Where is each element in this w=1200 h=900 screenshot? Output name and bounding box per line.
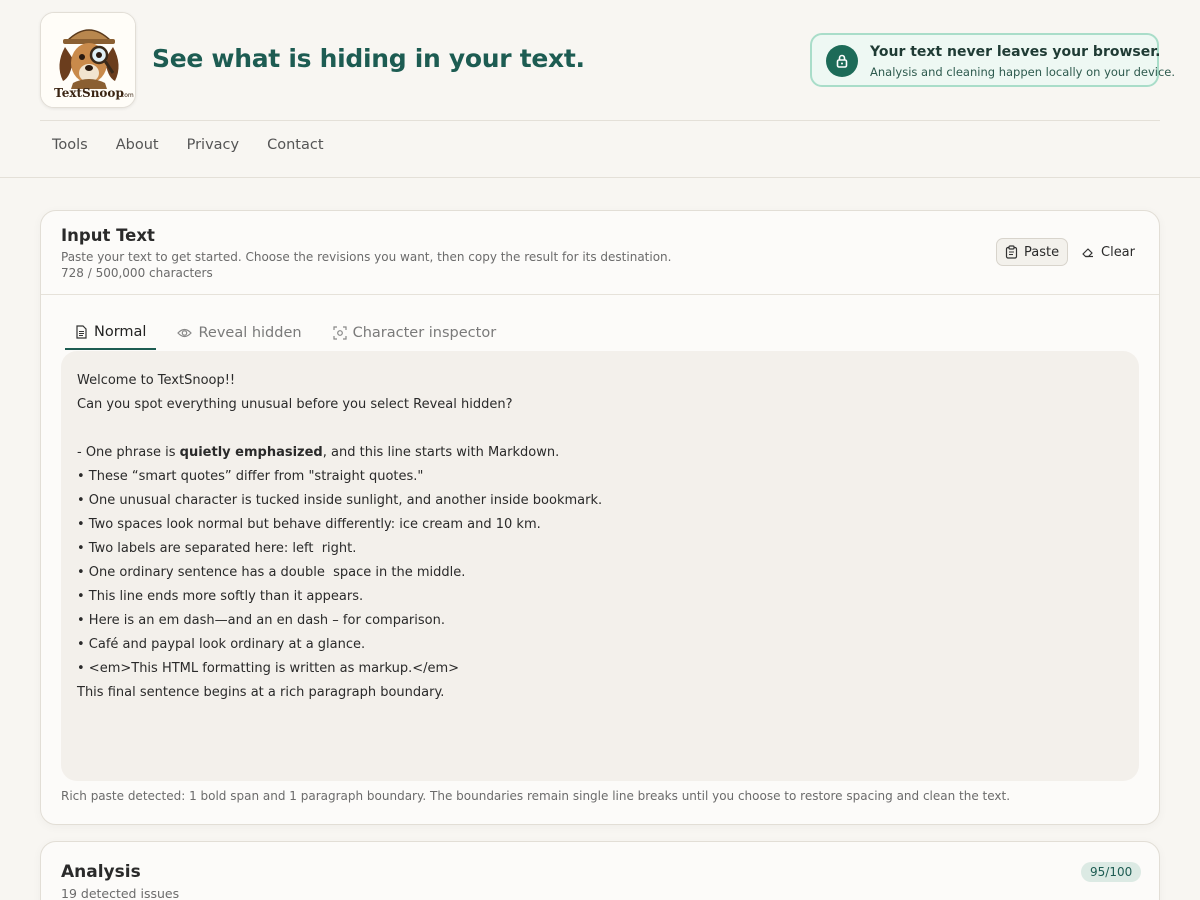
lock-icon — [826, 45, 858, 77]
editor-line-prefix: - One phrase is — [77, 445, 180, 460]
site-header: TextSnoop .com See what is hiding in you… — [0, 0, 1200, 178]
nav-privacy[interactable]: Privacy — [187, 137, 240, 153]
editor-line: • Here is an em dash—and an en dash – fo… — [77, 613, 445, 628]
analysis-issue-count: 19 detected issues — [61, 886, 180, 900]
character-count: 728 / 500,000 characters — [61, 266, 213, 280]
editor-line: • Two labels are separated here: left ri… — [77, 541, 357, 556]
nav-tools[interactable]: Tools — [52, 137, 88, 153]
input-card-header: Input Text Paste your text to get starte… — [41, 211, 1159, 295]
header-divider — [40, 120, 1160, 121]
privacy-subtitle: Analysis and cleaning happen locally on … — [870, 65, 1176, 79]
eye-icon — [177, 328, 193, 337]
page-tagline: See what is hiding in your text. — [152, 44, 585, 73]
input-card-title: Input Text — [61, 226, 155, 245]
editor-line: Welcome to TextSnoop!! — [77, 373, 236, 388]
input-text-card: Input Text Paste your text to get starte… — [40, 210, 1160, 825]
tab-character-inspector-label: Character inspector — [352, 324, 497, 341]
clear-button-label: Clear — [1101, 244, 1135, 260]
editor-line: • This line ends more softly than it app… — [77, 589, 364, 604]
editor-line: • <em>This HTML formatting is written as… — [77, 661, 460, 676]
privacy-badge: Your text never leaves your browser. Ana… — [810, 33, 1175, 87]
nav-about[interactable]: About — [116, 137, 159, 153]
text-editor[interactable]: Welcome to TextSnoop!! Can you spot ever… — [61, 351, 1139, 781]
tab-normal-label: Normal — [94, 323, 147, 340]
editor-line: Can you spot everything unusual before y… — [77, 397, 513, 412]
analysis-title: Analysis — [61, 862, 141, 882]
editor-line: • Two spaces look normal but behave diff… — [77, 517, 541, 532]
paste-button[interactable]: Paste — [996, 238, 1069, 266]
tab-character-inspector[interactable]: Character inspector — [323, 315, 507, 350]
editor-line: • These “smart quotes” differ from "stra… — [77, 469, 424, 484]
svg-text:.com: .com — [119, 92, 134, 99]
clipboard-icon — [1005, 245, 1018, 259]
tab-reveal-hidden-label: Reveal hidden — [198, 324, 302, 341]
svg-text:TextSnoop: TextSnoop — [54, 86, 124, 100]
scan-icon — [332, 325, 347, 340]
editor-line: This final sentence begins at a rich par… — [77, 685, 445, 700]
document-icon — [76, 324, 87, 339]
main-nav: Tools About Privacy Contact — [52, 137, 324, 153]
editor-line: • One unusual character is tucked inside… — [77, 493, 603, 508]
editor-line-suffix: , and this line starts with Markdown. — [322, 445, 560, 460]
view-tabs: Normal Reveal hidden Character inspector — [65, 315, 506, 350]
clear-button[interactable]: Clear — [1073, 238, 1143, 266]
textsnoop-logo[interactable]: TextSnoop .com — [40, 12, 136, 108]
editor-line: - One phrase is quietly emphasized, and … — [77, 441, 1123, 465]
tab-reveal-hidden[interactable]: Reveal hidden — [167, 315, 311, 350]
rich-paste-notice: Rich paste detected: 1 bold span and 1 p… — [61, 789, 1011, 803]
privacy-title: Your text never leaves your browser. — [870, 44, 1161, 60]
tab-normal[interactable]: Normal — [65, 315, 157, 350]
analysis-card: Analysis 19 detected issues 95/100 — [40, 841, 1160, 900]
eraser-icon — [1082, 247, 1093, 257]
detective-dog-logo-icon: TextSnoop .com — [41, 13, 135, 107]
nav-contact[interactable]: Contact — [267, 137, 323, 153]
bold-span: quietly emphasized — [179, 445, 323, 460]
score-badge: 95/100 — [1081, 862, 1142, 882]
paste-button-label: Paste — [1024, 244, 1060, 260]
editor-line: • One ordinary sentence has a double spa… — [77, 565, 466, 580]
input-card-subtitle: Paste your text to get started. Choose t… — [61, 250, 672, 264]
editor-line: • Café and paypal look ordinary at a gla… — [77, 637, 366, 652]
